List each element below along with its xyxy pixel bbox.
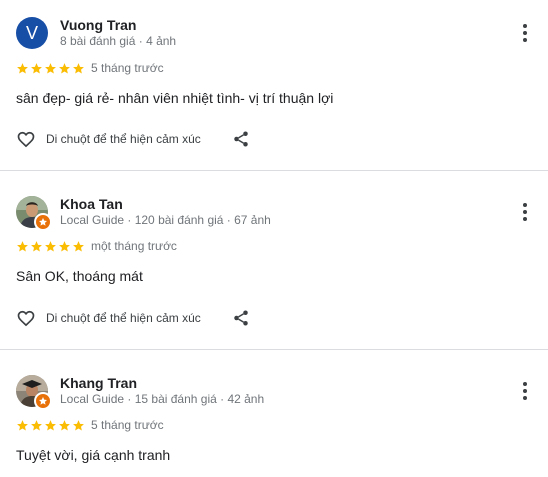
star-icon: [73, 420, 84, 431]
star-icon: [45, 63, 56, 74]
star-icon: [31, 420, 42, 431]
reviewer-name[interactable]: Khang Tran: [60, 375, 137, 391]
reaction-hint[interactable]: Di chuột để thể hiện cảm xúc: [46, 311, 201, 325]
share-icon[interactable]: [232, 309, 250, 327]
review-text: sân đẹp- giá rẻ- nhân viên nhiệt tình- v…: [16, 90, 334, 106]
star-icon: [59, 63, 70, 74]
review-text: Tuyệt vời, giá cạnh tranh: [16, 447, 171, 463]
star-icon: [73, 241, 84, 252]
star-icon: [59, 420, 70, 431]
reviewer-meta[interactable]: 8 bài đánh giá · 4 ảnh: [60, 34, 176, 48]
star-icon: [59, 241, 70, 252]
review-card: Khang Tran Local Guide · 15 bài đánh giá…: [0, 350, 548, 477]
star-icon: [17, 63, 28, 74]
star-rating: [16, 419, 85, 432]
star-icon: [17, 420, 28, 431]
review-text: Sân OK, thoáng mát: [16, 268, 143, 284]
share-icon[interactable]: [232, 130, 250, 148]
reviewer-meta[interactable]: Local Guide · 120 bài đánh giá · 67 ảnh: [60, 213, 271, 227]
review-time: 5 tháng trước: [91, 418, 164, 432]
avatar[interactable]: V: [16, 17, 48, 49]
star-icon: [31, 63, 42, 74]
reviewer-meta[interactable]: Local Guide · 15 bài đánh giá · 42 ảnh: [60, 392, 264, 406]
avatar[interactable]: [16, 196, 52, 231]
review-time: một tháng trước: [91, 239, 177, 253]
more-options-icon[interactable]: [516, 200, 534, 224]
star-icon: [73, 63, 84, 74]
review-time: 5 tháng trước: [91, 61, 164, 75]
star-icon: [45, 420, 56, 431]
star-rating: [16, 62, 85, 75]
star-icon: [17, 241, 28, 252]
local-guide-badge-icon: [34, 213, 52, 231]
more-options-icon[interactable]: [516, 379, 534, 403]
avatar[interactable]: [16, 375, 52, 410]
local-guide-badge-icon: [34, 392, 52, 410]
reviewer-name[interactable]: Vuong Tran: [60, 17, 136, 33]
review-card: V Vuong Tran 8 bài đánh giá · 4 ảnh 5 th…: [0, 0, 548, 171]
star-icon: [45, 241, 56, 252]
review-card: Khoa Tan Local Guide · 120 bài đánh giá …: [0, 171, 548, 350]
star-icon: [31, 241, 42, 252]
heart-icon[interactable]: [16, 308, 36, 328]
reaction-hint[interactable]: Di chuột để thể hiện cảm xúc: [46, 132, 201, 146]
more-options-icon[interactable]: [516, 21, 534, 45]
star-rating: [16, 240, 85, 253]
reviewer-name[interactable]: Khoa Tan: [60, 196, 123, 212]
heart-icon[interactable]: [16, 129, 36, 149]
